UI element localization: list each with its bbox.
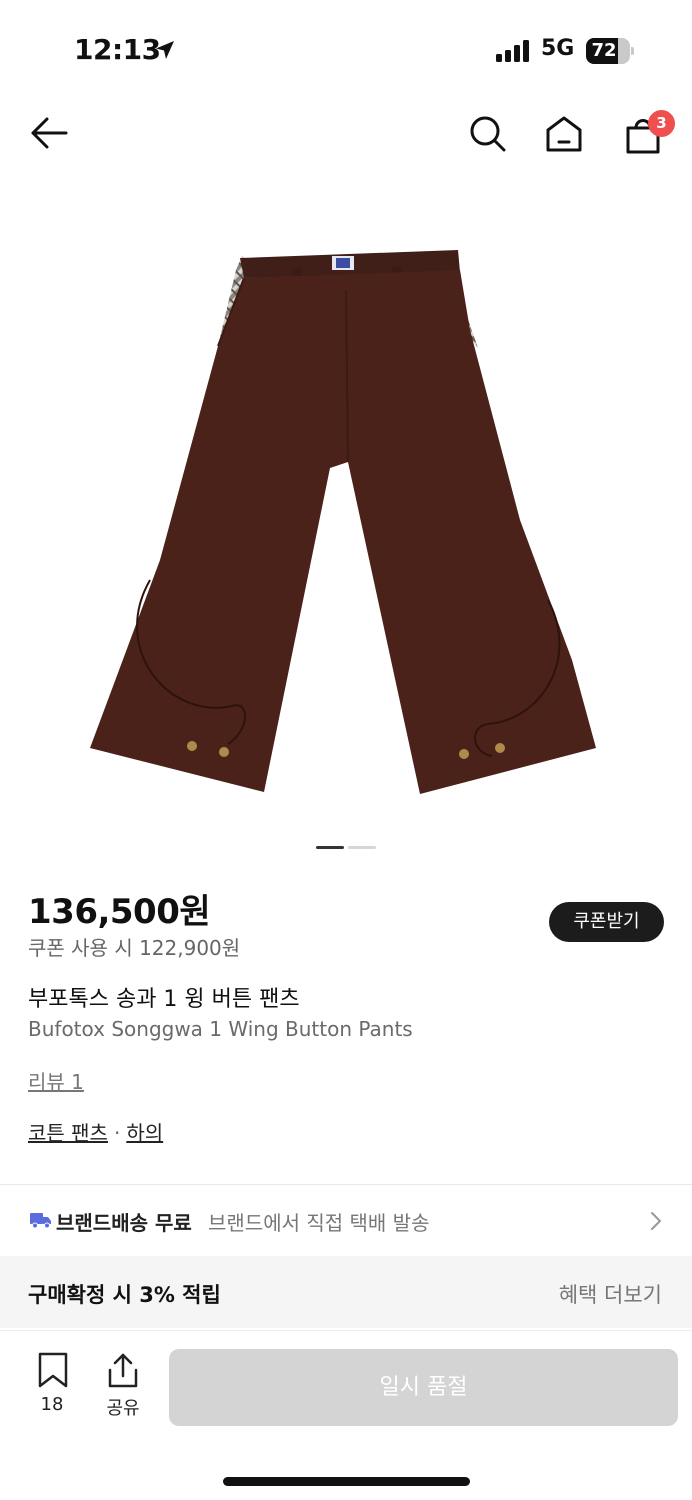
benefit-more-link[interactable]: 혜택 더보기 <box>559 1279 662 1309</box>
truck-icon <box>30 1213 51 1229</box>
carousel-dot <box>348 846 376 849</box>
category-link-cotton-pants[interactable]: 코튼 팬츠 <box>28 1121 108 1145</box>
product-name-korean: 부포톡스 송과 1 윙 버튼 팬츠 <box>28 987 300 1012</box>
battery-icon: 72 <box>586 38 634 64</box>
share-icon <box>108 1353 138 1388</box>
cellular-signal-icon <box>496 40 529 62</box>
arrow-left-icon <box>31 117 68 149</box>
bookmark-button[interactable]: 18 <box>30 1352 74 1418</box>
clock: 12:13 <box>74 33 161 66</box>
search-button[interactable] <box>466 112 510 156</box>
battery-percent: 72 <box>591 40 617 61</box>
product-image[interactable] <box>0 180 692 830</box>
chevron-right-icon <box>651 1212 661 1230</box>
status-bar: 12:13 5G 72 <box>0 0 692 100</box>
coupon-price: 쿠폰 사용 시 122,900원 <box>28 936 241 960</box>
network-type: 5G <box>541 36 575 61</box>
carousel-dot-active <box>316 846 344 849</box>
shipping-info-row[interactable]: 브랜드배송 무료 브랜드에서 직접 택배 발송 <box>0 1186 692 1254</box>
product-price: 136,500원 <box>28 892 211 932</box>
get-coupon-button[interactable]: 쿠폰받기 <box>549 902 664 942</box>
benefit-title: 구매확정 시 3% 적립 <box>28 1283 221 1307</box>
divider <box>0 1184 692 1185</box>
shipping-description: 브랜드에서 직접 택배 발송 <box>208 1211 430 1235</box>
home-icon <box>546 116 582 152</box>
home-indicator <box>223 1477 470 1486</box>
sold-out-button[interactable]: 일시 품절 <box>169 1349 678 1426</box>
share-button[interactable]: 공유 <box>100 1352 146 1419</box>
benefit-row: 구매확정 시 3% 적립 혜택 더보기 <box>0 1256 692 1328</box>
search-icon <box>470 116 506 152</box>
share-label: 공유 <box>106 1398 140 1419</box>
product-name-english: Bufotox Songgwa 1 Wing Button Pants <box>28 1017 413 1041</box>
location-arrow-icon <box>156 41 174 59</box>
carousel-indicator <box>316 846 376 850</box>
bookmark-count: 18 <box>40 1394 64 1415</box>
reviews-link[interactable]: 리뷰 1 <box>28 1066 84 1095</box>
home-button[interactable] <box>542 112 586 156</box>
cart-count-badge: 3 <box>648 110 675 137</box>
category-breadcrumb: 코튼 팬츠 · 하의 <box>28 1117 163 1146</box>
shipping-title: 브랜드배송 무료 <box>56 1211 192 1235</box>
bookmark-icon <box>38 1352 68 1388</box>
back-button[interactable] <box>28 112 72 156</box>
category-separator: · <box>113 1121 121 1145</box>
category-link-bottoms[interactable]: 하의 <box>126 1121 163 1145</box>
